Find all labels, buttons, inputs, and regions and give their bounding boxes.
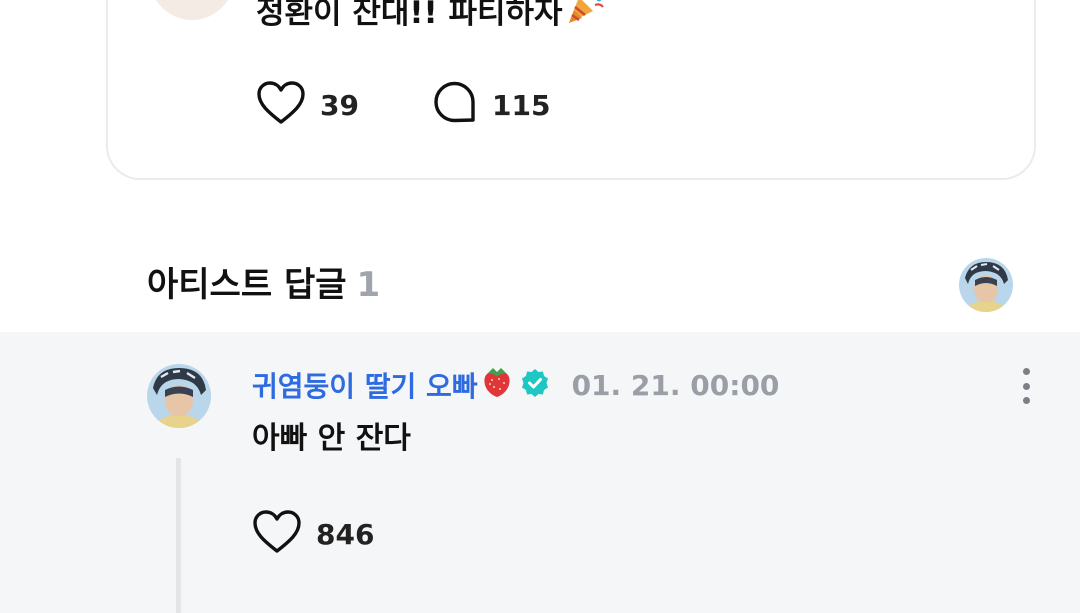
- post-card: 정환이 잔대!! 파티하자 39 115: [106, 0, 1036, 180]
- artist-replies-title: 아티스트 답글: [147, 265, 347, 305]
- artist-reply-section: 귀염둥이 딸기 오빠 01. 21. 00:00 아빠 안 잔다 846: [0, 332, 1080, 613]
- more-dot: [1022, 368, 1030, 375]
- post-comment-count: 115: [492, 88, 551, 122]
- more-dot: [1022, 382, 1030, 390]
- post-like-button[interactable]: 39: [256, 80, 359, 130]
- reply-like-button[interactable]: 846: [252, 509, 374, 559]
- post-like-count: 39: [320, 88, 359, 122]
- thread-line: [176, 458, 181, 613]
- comment-bubble-icon: [432, 80, 478, 130]
- reply-date: 01. 21. 00:00: [571, 368, 780, 402]
- post-detail-page: 정환이 잔대!! 파티하자 39 115 아티스트 답글 1 귀염둥이 딸기 오…: [0, 0, 1080, 613]
- heart-icon: [252, 509, 302, 559]
- artist-replies-count: 1: [356, 265, 381, 305]
- post-text-content: 정환이 잔대!! 파티하자: [256, 0, 563, 31]
- reply-text: 아빠 안 잔다: [252, 421, 411, 456]
- strawberry-icon: [480, 363, 514, 403]
- reply-like-count: 846: [316, 517, 375, 551]
- more-options-icon[interactable]: [1010, 366, 1042, 406]
- post-text: 정환이 잔대!! 파티하자: [256, 0, 605, 36]
- artist-avatar-small[interactable]: [959, 258, 1013, 312]
- reply-author-avatar[interactable]: [147, 364, 211, 428]
- post-comment-button[interactable]: 115: [432, 80, 550, 130]
- artist-replies-header: 아티스트 답글 1: [147, 260, 380, 310]
- party-popper-icon: [565, 0, 605, 38]
- reply-author-name[interactable]: 귀염둥이 딸기 오빠: [252, 365, 478, 405]
- verified-badge-icon: [520, 368, 550, 402]
- post-author-avatar[interactable]: [150, 0, 234, 20]
- heart-icon: [256, 80, 306, 130]
- more-dot: [1022, 397, 1030, 404]
- reply-meta: 귀염둥이 딸기 오빠 01. 21. 00:00: [252, 362, 779, 408]
